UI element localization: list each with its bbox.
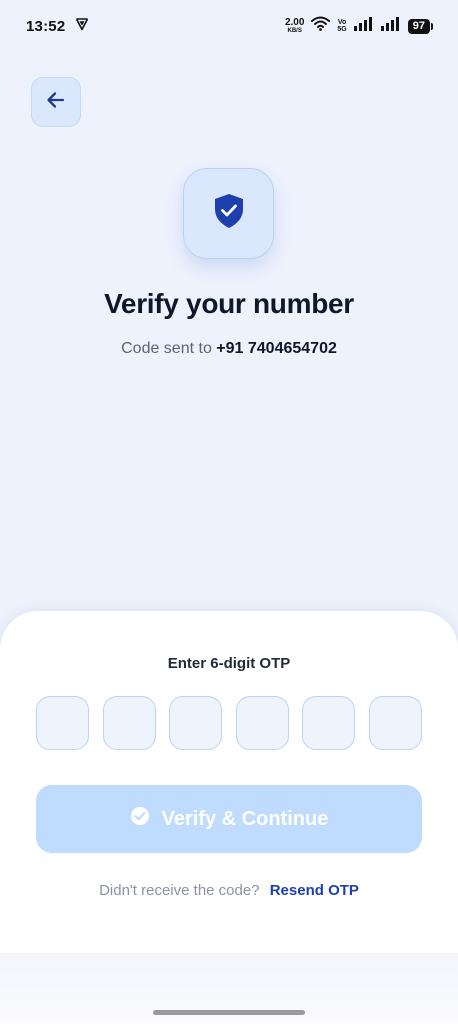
arrow-left-icon xyxy=(45,89,67,116)
resend-otp-link[interactable]: Resend OTP xyxy=(270,882,359,899)
network-speed-value: 2.00 xyxy=(284,17,305,28)
otp-card: Enter 6-digit OTP Verify & Continue Didn… xyxy=(0,611,458,953)
status-bar-right: 2.00 KB/S Vo 5G 97 xyxy=(284,16,434,36)
otp-digit-5[interactable] xyxy=(302,696,356,750)
verify-continue-label: Verify & Continue xyxy=(161,807,329,830)
verify-continue-button[interactable]: Verify & Continue xyxy=(36,785,422,853)
volte-bottom: 5G xyxy=(337,26,347,33)
volte-indicator: Vo 5G xyxy=(337,19,346,33)
page-subtitle: Code sent to +91 7404654702 xyxy=(0,340,458,358)
status-bar-left: 13:52 xyxy=(26,17,89,36)
subtitle-prefix: Code sent to xyxy=(121,340,212,357)
home-indicator[interactable] xyxy=(153,1010,305,1015)
otp-digit-6[interactable] xyxy=(369,696,422,750)
volte-top: Vo xyxy=(337,19,347,26)
network-speed: 2.00 KB/S xyxy=(284,17,305,35)
otp-label: Enter 6-digit OTP xyxy=(167,655,291,672)
otp-input-row xyxy=(36,696,422,750)
otp-digit-2[interactable] xyxy=(102,696,156,750)
otp-digit-4[interactable] xyxy=(235,696,289,750)
battery-indicator: 97 xyxy=(407,18,434,34)
resend-prompt: Didn't receive the code? xyxy=(99,882,260,899)
check-circle-icon xyxy=(130,806,150,832)
phone-number: +91 7404654702 xyxy=(216,340,337,357)
vpn-shield-icon xyxy=(75,17,89,36)
status-bar: 13:52 2.00 KB/S Vo 5G 97 xyxy=(0,0,458,52)
otp-digit-3[interactable] xyxy=(169,696,223,750)
signal-icon xyxy=(353,16,374,36)
otp-digit-1[interactable] xyxy=(36,696,89,750)
status-time: 13:52 xyxy=(26,17,66,35)
back-button[interactable] xyxy=(31,77,81,127)
shield-tile xyxy=(183,168,274,259)
shield-check-icon xyxy=(211,192,247,235)
wifi-icon xyxy=(311,16,331,36)
page-title: Verify your number xyxy=(104,288,354,319)
network-speed-unit: KB/S xyxy=(287,28,302,34)
resend-row: Didn't receive the code? Resend OTP xyxy=(0,882,458,899)
signal-icon xyxy=(380,16,401,36)
